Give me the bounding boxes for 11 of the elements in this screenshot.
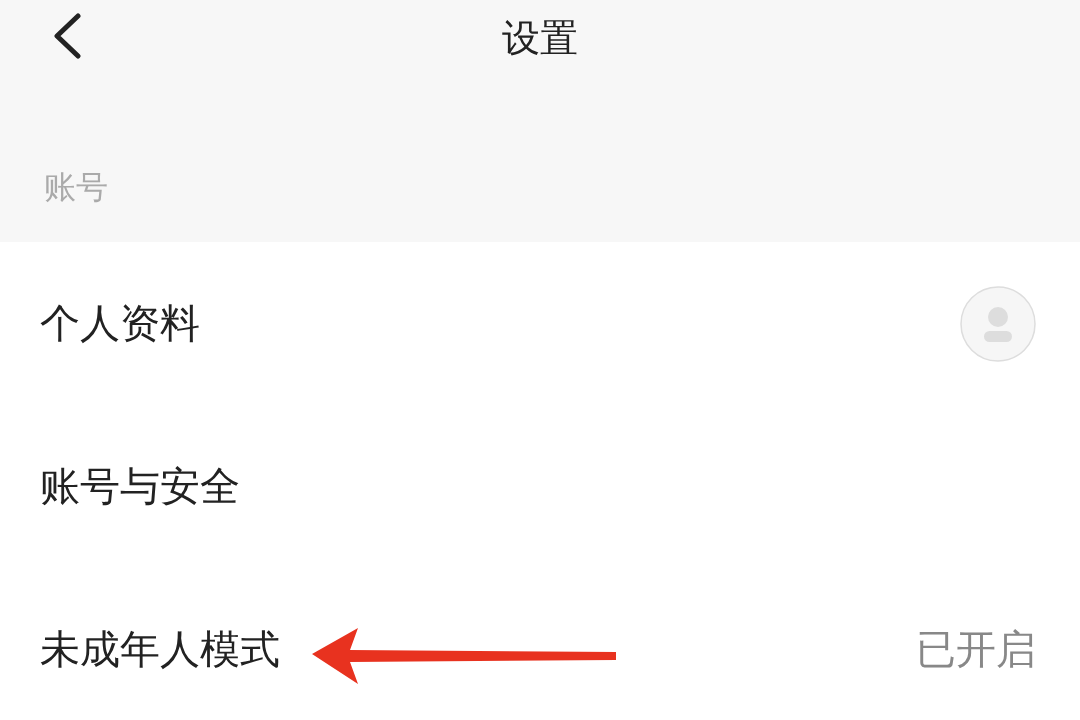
- settings-row[interactable]: 账号与安全: [0, 405, 1080, 568]
- avatar-icon: [960, 285, 1036, 362]
- back-icon[interactable]: [52, 13, 82, 59]
- settings-row[interactable]: 未成年人模式 已开启: [0, 568, 1080, 720]
- settings-row[interactable]: 个人资料: [0, 242, 1080, 405]
- row-label: 未成年人模式: [40, 625, 280, 674]
- row-value: 已开启: [916, 625, 1036, 674]
- page-title: 设置: [502, 14, 578, 62]
- row-label: 个人资料: [40, 299, 200, 348]
- row-label: 账号与安全: [40, 462, 240, 511]
- section-label: 账号: [44, 167, 108, 208]
